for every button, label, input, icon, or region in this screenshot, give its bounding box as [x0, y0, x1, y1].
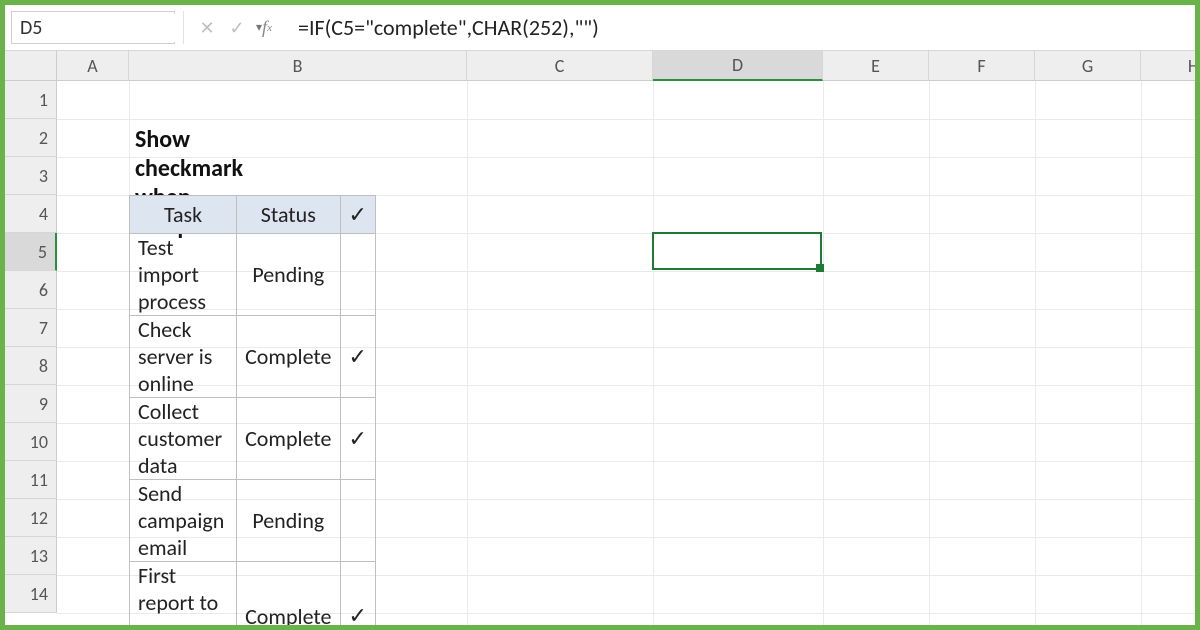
cell-check[interactable]: ✓: [340, 562, 375, 626]
select-all-corner[interactable]: [5, 51, 57, 81]
row-header[interactable]: 4: [5, 195, 57, 233]
table-row: First report to exec teamComplete✓: [130, 562, 376, 626]
enter-icon: ✓: [222, 5, 252, 50]
table-row: Test import processPending: [130, 234, 376, 316]
worksheet-grid[interactable]: ABCDEFGH 1234567891011121314 Show checkm…: [5, 51, 1195, 625]
row-headers: 1234567891011121314: [5, 81, 57, 613]
cell-status[interactable]: Pending: [237, 480, 340, 562]
row-header[interactable]: 7: [5, 309, 57, 347]
formula-input[interactable]: =IF(C5="complete",CHAR(252),""): [282, 5, 1195, 50]
column-header[interactable]: G: [1035, 51, 1141, 81]
formula-bar: ▾ ✕ ✓ fx =IF(C5="complete",CHAR(252),""): [5, 5, 1195, 51]
column-header[interactable]: B: [129, 51, 467, 81]
cell-status[interactable]: Complete: [237, 316, 340, 398]
row-header[interactable]: 1: [5, 81, 57, 119]
task-table: Task Status ✓ Test import processPending…: [129, 195, 376, 625]
row-header[interactable]: 3: [5, 157, 57, 195]
header-task[interactable]: Task: [130, 196, 237, 234]
cell-task[interactable]: Test import process: [130, 234, 237, 316]
cell-check[interactable]: [340, 234, 375, 316]
column-header[interactable]: F: [929, 51, 1035, 81]
row-header[interactable]: 9: [5, 385, 57, 423]
table-row: Send campaign emailPending: [130, 480, 376, 562]
name-box[interactable]: ▾: [11, 11, 175, 44]
column-header[interactable]: C: [467, 51, 653, 81]
active-cell-outline: [652, 232, 822, 270]
app-frame: ▾ ✕ ✓ fx =IF(C5="complete",CHAR(252),"")…: [0, 0, 1200, 630]
row-header[interactable]: 5: [5, 233, 57, 271]
table-row: Check server is onlineComplete✓: [130, 316, 376, 398]
header-check[interactable]: ✓: [340, 196, 375, 234]
fx-icon[interactable]: fx: [252, 5, 282, 50]
row-header[interactable]: 14: [5, 575, 57, 613]
table-header-row: Task Status ✓: [130, 196, 376, 234]
divider: [183, 11, 184, 44]
column-header[interactable]: H: [1141, 51, 1195, 81]
cell-task[interactable]: Send campaign email: [130, 480, 237, 562]
column-headers: ABCDEFGH: [57, 51, 1195, 81]
row-header[interactable]: 10: [5, 423, 57, 461]
header-status[interactable]: Status: [237, 196, 340, 234]
cell-check[interactable]: [340, 480, 375, 562]
cell-task[interactable]: Collect customer data: [130, 398, 237, 480]
row-header[interactable]: 12: [5, 499, 57, 537]
cell-check[interactable]: ✓: [340, 316, 375, 398]
column-header[interactable]: A: [57, 51, 129, 81]
cancel-icon: ✕: [192, 5, 222, 50]
cell-status[interactable]: Pending: [237, 234, 340, 316]
cell-task[interactable]: First report to exec team: [130, 562, 237, 626]
row-header[interactable]: 13: [5, 537, 57, 575]
row-header[interactable]: 6: [5, 271, 57, 309]
cell-check[interactable]: ✓: [340, 398, 375, 480]
row-header[interactable]: 2: [5, 119, 57, 157]
row-header[interactable]: 8: [5, 347, 57, 385]
table-row: Collect customer dataComplete✓: [130, 398, 376, 480]
cell-status[interactable]: Complete: [237, 562, 340, 626]
column-header[interactable]: D: [653, 51, 823, 81]
row-header[interactable]: 11: [5, 461, 57, 499]
cell-status[interactable]: Complete: [237, 398, 340, 480]
cell-task[interactable]: Check server is online: [130, 316, 237, 398]
column-header[interactable]: E: [823, 51, 929, 81]
